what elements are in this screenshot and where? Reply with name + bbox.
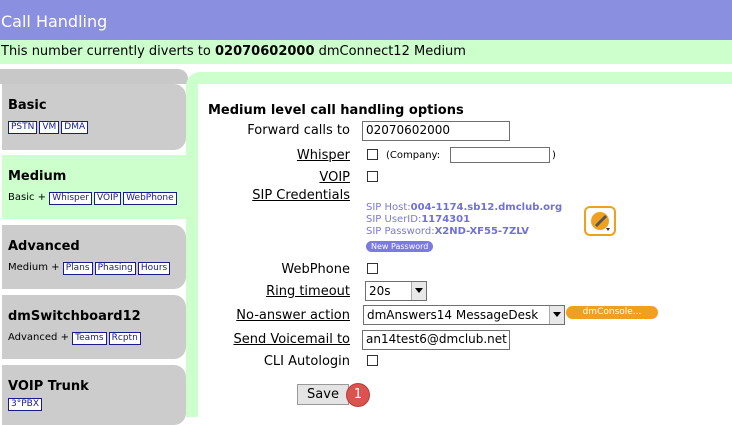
tab-advanced[interactable]: Advanced Medium + Plans Phasing Hours [2,225,186,289]
company-open-label: (Company: [386,150,441,161]
sip-label: SIP Credentials [150,188,350,203]
tab-voip-trunk-title: VOIP Trunk [8,379,89,394]
noanswer-select[interactable]: dmAnswers14 MessageDesk [363,305,565,325]
sip-host-label: SIP Host: [366,202,411,213]
cli-autologin-checkbox[interactable] [367,355,378,366]
softphone-icon[interactable] [584,206,616,236]
tab-advanced-prefix: Medium + [8,262,60,273]
webphone-label: WebPhone [281,262,350,277]
forward-input[interactable]: 02070602000 [362,121,510,141]
divert-prefix: This number currently diverts to [1,44,211,59]
sip-pass-value: X2ND-XF55-7ZLV [434,226,530,237]
whisper-label-text: Whisper [296,148,350,163]
chip-phasing[interactable]: Phasing [94,262,136,275]
tab-advanced-title: Advanced [8,239,80,254]
chevron-down-icon [549,306,564,324]
sip-user-value: 1174301 [421,214,471,225]
tab-medium[interactable]: Medium Basic + Whisper VOIP WebPhone [2,155,192,219]
ring-timeout-value: 20s [369,284,391,298]
tab-voip-trunk-features: 3°PBX [8,398,186,411]
new-password-button[interactable]: New Password [366,241,434,252]
softphone-glyph-icon [591,212,610,231]
sip-user: SIP UserID:1174301 [366,214,470,225]
chip-teams[interactable]: Teams [72,332,107,345]
sip-user-label: SIP UserID: [366,214,422,225]
chevron-down-icon [411,282,426,300]
cli-autologin-label: CLI Autologin [263,354,350,369]
noanswer-label-text: No-answer action [236,308,350,323]
sip-password: SIP Password:X2ND-XF55-7ZLV [366,226,529,237]
chip-dma[interactable]: DMA [61,121,89,134]
page-title: Call Handling [0,0,732,40]
options-heading: Medium level call handling options [208,103,464,118]
divert-number: 02070602000 [215,44,315,59]
chip-plans[interactable]: Plans [62,262,93,275]
ring-timeout-label-text: Ring timeout [266,284,350,299]
ring-timeout-label: Ring timeout [150,284,350,299]
company-close-label: ) [552,150,556,161]
company-input[interactable] [450,147,550,163]
sidebar-top-cap [0,69,188,84]
divert-status: This number currently diverts to 0207060… [0,40,732,64]
chip-pstn[interactable]: PSTN [8,121,38,134]
tab-medium-prefix: Basic + [8,192,47,203]
noanswer-value: dmAnswers14 MessageDesk [367,308,539,322]
chip-whisper[interactable]: Whisper [49,192,92,205]
whisper-checkbox[interactable] [367,149,378,160]
tab-basic[interactable]: Basic PSTN VM DMA [2,84,186,150]
step-badge: 1 [347,384,369,406]
tab-voip-trunk[interactable]: VOIP Trunk 3°PBX [2,365,186,425]
sip-pass-label: SIP Password: [366,226,435,237]
sip-host: SIP Host:004-1174.sb12.dmclub.org [366,202,562,213]
voip-label-text: VOIP [319,170,350,185]
forward-label: Forward calls to [247,123,350,138]
whisper-label: Whisper [150,148,350,163]
divert-suffix: dmConnect12 Medium [318,44,466,59]
chip-rcptn[interactable]: Rcptn [108,332,141,345]
chip-voip[interactable]: VOIP [93,192,122,205]
tab-dmswitchboard12[interactable]: dmSwitchboard12 Advanced + Teams Rcptn [2,295,186,359]
voicemail-label: Send Voicemail to [150,332,350,347]
tab-basic-title: Basic [8,98,47,113]
ring-timeout-select[interactable]: 20s [365,281,427,301]
chip-vm[interactable]: VM [39,121,60,134]
sip-host-value: 004-1174.sb12.dmclub.org [410,202,563,213]
tab-dmswitchboard12-prefix: Advanced + [8,332,69,343]
voicemail-input[interactable]: an14test6@dmclub.net [362,330,510,350]
dmconsole-button[interactable]: dmConsole... [566,306,658,319]
chip-3pbx[interactable]: 3°PBX [8,398,42,411]
voip-label: VOIP [150,170,350,185]
voicemail-label-text: Send Voicemail to [233,332,350,347]
voip-checkbox[interactable] [367,171,378,182]
noanswer-label: No-answer action [150,308,350,323]
sip-label-text: SIP Credentials [252,188,350,203]
webphone-checkbox[interactable] [367,263,378,274]
save-button[interactable]: Save [297,384,349,405]
